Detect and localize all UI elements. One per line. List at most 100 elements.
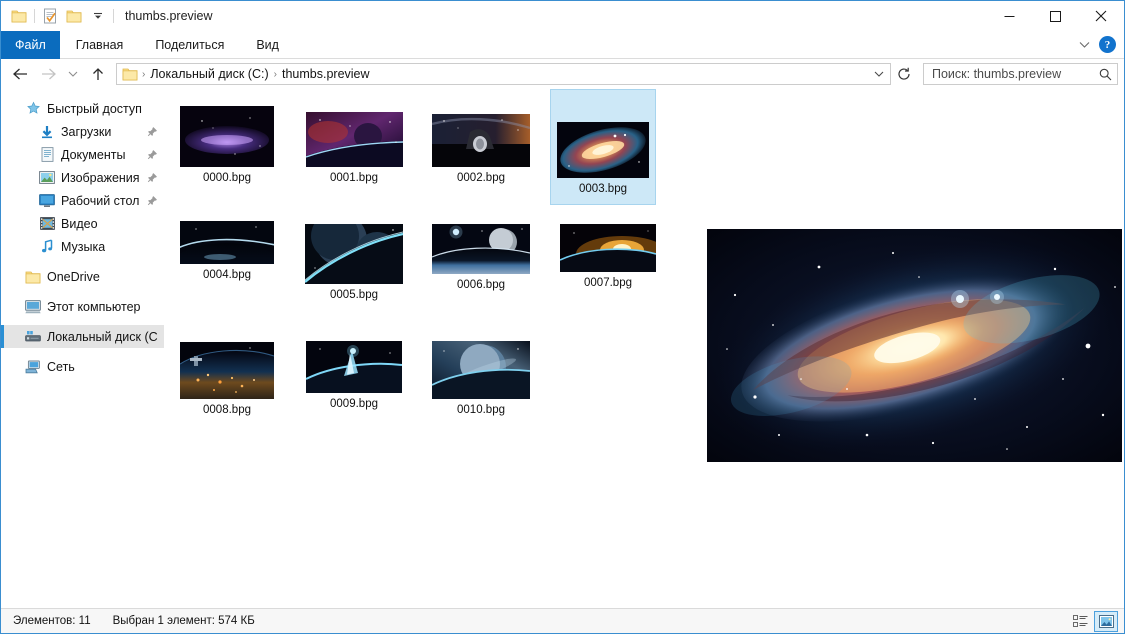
status-selection-info: Выбран 1 элемент: 574 КБ (112, 615, 255, 627)
sidebar-item-pictures[interactable]: Изображения (1, 166, 164, 189)
search-input[interactable]: Поиск: thumbs.preview (923, 63, 1118, 85)
sidebar-label-local-disk-c: Локальный диск (C:) (47, 329, 158, 344)
preview-pane (707, 229, 1122, 462)
file-tile-0001[interactable]: 0001.bpg (301, 95, 407, 185)
sidebar-item-local-disk-c[interactable]: Локальный диск (C:) (1, 325, 164, 348)
toolbar-divider-2 (113, 9, 114, 23)
chevron-down-icon[interactable] (1075, 36, 1093, 54)
status-item-count: Элементов: 11 (13, 615, 91, 627)
breadcrumb-dropdown-icon[interactable] (870, 70, 888, 78)
pin-icon-documents[interactable] (146, 149, 158, 161)
up-button[interactable] (85, 62, 111, 86)
sidebar-item-this-pc[interactable]: Этот компьютер (1, 295, 164, 318)
address-bar: › Локальный диск (C:) › thumbs.preview П… (1, 59, 1124, 89)
file-tile-0009[interactable]: 0009.bpg (301, 327, 407, 411)
file-name-0010: 0010.bpg (457, 404, 505, 416)
refresh-button[interactable] (893, 63, 915, 85)
large-icons-view-icon[interactable] (1094, 610, 1118, 632)
new-folder-icon[interactable] (62, 4, 86, 28)
details-view-icon[interactable] (1068, 611, 1092, 632)
music-icon (39, 239, 55, 255)
file-tile-0008[interactable]: 0008.bpg (174, 327, 280, 417)
thumbnail-nebula-purple (180, 106, 274, 167)
thumbnail-andromeda (557, 122, 649, 178)
file-tile-0010[interactable]: 0010.bpg (428, 327, 534, 417)
navigation-pane[interactable]: Быстрый доступ Загрузки Документы Изобра… (1, 89, 164, 608)
forward-button[interactable] (35, 62, 61, 86)
breadcrumb-item-folder[interactable]: thumbs.preview (279, 67, 373, 81)
tab-file[interactable]: Файл (1, 31, 60, 59)
sidebar-label-documents: Документы (61, 147, 126, 162)
file-tile-0006[interactable]: 0006.bpg (428, 212, 534, 292)
sidebar-label-music: Музыка (61, 239, 106, 254)
pin-icon-desktop[interactable] (146, 195, 158, 207)
file-tile-0003[interactable]: 0003.bpg (550, 89, 656, 205)
minimize-button[interactable] (986, 1, 1032, 31)
sidebar-gap-4 (1, 348, 164, 355)
breadcrumb-folder-icon (122, 67, 138, 81)
this-pc-icon (25, 299, 41, 315)
file-tile-0005[interactable]: 0005.bpg (301, 212, 407, 302)
breadcrumb-item-drive[interactable]: Локальный диск (C:) (147, 67, 271, 81)
file-name-0003: 0003.bpg (579, 183, 627, 195)
properties-icon[interactable] (38, 4, 62, 28)
preview-image-andromeda (707, 229, 1122, 462)
sidebar-label-videos: Видео (61, 216, 98, 231)
sidebar-label-network: Сеть (47, 359, 75, 374)
pin-icon-pictures[interactable] (146, 172, 158, 184)
ribbon-right-controls: ? (1075, 31, 1124, 58)
thumbnail-wrap-0000 (174, 99, 280, 167)
sidebar-label-desktop: Рабочий стол (61, 193, 140, 208)
back-button[interactable] (7, 62, 33, 86)
folder-icon[interactable] (7, 4, 31, 28)
thumbnail-aurora-beam (306, 341, 402, 393)
thumbnail-two-planets (305, 224, 403, 284)
sidebar-label-this-pc: Этот компьютер (47, 299, 141, 314)
thumbnail-wrap-0007 (555, 216, 661, 272)
sidebar-item-videos[interactable]: Видео (1, 212, 164, 235)
sidebar-gap-1 (1, 258, 164, 265)
network-icon (25, 359, 41, 375)
recent-locations-icon[interactable] (63, 62, 83, 86)
sidebar-item-music[interactable]: Музыка (1, 235, 164, 258)
sidebar-item-network[interactable]: Сеть (1, 355, 164, 378)
close-button[interactable] (1078, 1, 1124, 31)
breadcrumb-separator-0[interactable]: › (140, 69, 147, 80)
customize-dropdown-icon[interactable] (86, 4, 110, 28)
tab-share[interactable]: Поделиться (139, 31, 240, 59)
thumbnail-wrap-0003 (551, 94, 655, 178)
search-placeholder: Поиск: thumbs.preview (932, 67, 1062, 81)
file-tile-0002[interactable]: 0002.bpg (428, 95, 534, 185)
tab-home[interactable]: Главная (60, 31, 140, 59)
file-list-view[interactable]: 0000.bpg 0001.bpg 0002.bpg 0003.bpg 0004… (164, 89, 1124, 608)
maximize-button[interactable] (1032, 1, 1078, 31)
window-title: thumbs.preview (125, 9, 213, 23)
pin-icon-downloads[interactable] (146, 126, 158, 138)
view-mode-buttons (1068, 610, 1118, 632)
desktop-icon (39, 193, 55, 209)
sidebar-label-downloads: Загрузки (61, 124, 112, 139)
search-icon[interactable] (1097, 68, 1113, 81)
breadcrumb-separator-1[interactable]: › (272, 69, 279, 80)
thumbnail-wrap-0002 (428, 99, 534, 167)
sidebar-label-pictures: Изображения (61, 170, 140, 185)
quick-access-toolbar (7, 4, 117, 28)
file-name-0000: 0000.bpg (203, 172, 251, 184)
sidebar-gap-2 (1, 288, 164, 295)
sidebar-item-downloads[interactable]: Загрузки (1, 120, 164, 143)
help-icon[interactable]: ? (1099, 36, 1116, 53)
sidebar-item-desktop[interactable]: Рабочий стол (1, 189, 164, 212)
file-tile-0007[interactable]: 0007.bpg (555, 212, 661, 290)
sidebar-item-documents[interactable]: Документы (1, 143, 164, 166)
thumbnail-wrap-0005 (301, 216, 407, 284)
quick-access-star-icon (25, 101, 41, 117)
explorer-body: Быстрый доступ Загрузки Документы Изобра… (1, 89, 1124, 608)
tab-view[interactable]: Вид (240, 31, 295, 59)
thumbnail-night-earth (180, 342, 274, 399)
file-tile-0000[interactable]: 0000.bpg (174, 95, 280, 185)
file-name-0008: 0008.bpg (203, 404, 251, 416)
sidebar-item-quick-access[interactable]: Быстрый доступ (1, 97, 164, 120)
file-tile-0004[interactable]: 0004.bpg (174, 212, 280, 282)
breadcrumb[interactable]: › Локальный диск (C:) › thumbs.preview (116, 63, 891, 85)
sidebar-item-onedrive[interactable]: OneDrive (1, 265, 164, 288)
